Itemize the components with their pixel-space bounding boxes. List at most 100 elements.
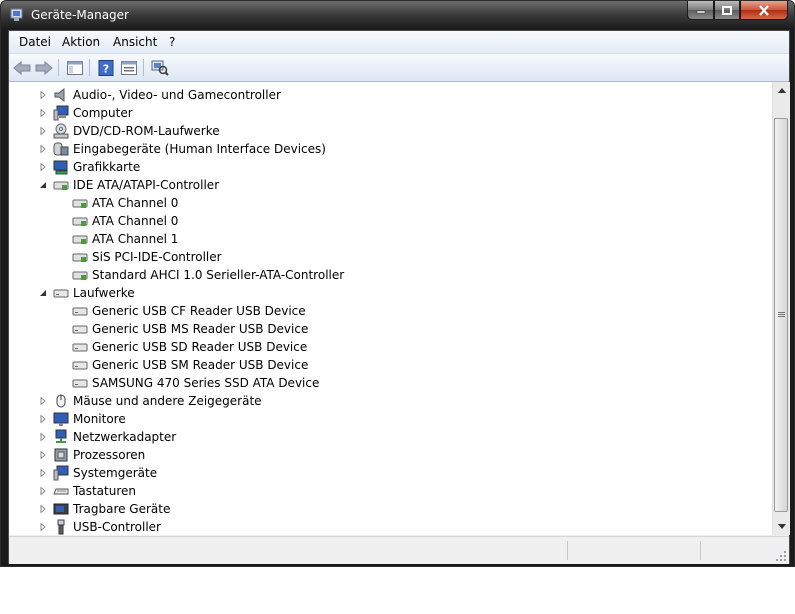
expand-arrow-icon[interactable] [39,163,47,171]
tree-item-mice[interactable]: Mäuse und andere Zeigegeräte [9,392,769,410]
tree-item-monitors[interactable]: Monitore [9,410,769,428]
show-hide-console-tree-icon [67,60,83,75]
tree-item-dvd[interactable]: DVD/CD-ROM-Laufwerke [9,122,769,140]
scan-hardware-button[interactable] [150,58,170,77]
tree-item-label: Laufwerke [73,286,135,300]
expand-arrow-icon[interactable] [39,109,47,117]
expand-arrow-icon[interactable] [39,505,47,513]
expand-arrow-icon[interactable] [39,469,47,477]
collapse-arrow-icon[interactable] [39,289,47,297]
help-icon: ? [98,59,114,76]
close-button[interactable] [740,1,788,20]
portable-devices-icon [53,503,69,515]
tree-item-label: Computer [73,106,133,120]
tree-child-ahci[interactable]: Standard AHCI 1.0 Serieller-ATA-Controll… [9,266,769,284]
thumb-grip [778,316,785,317]
menu-datei[interactable]: Datei [19,35,51,49]
status-separator [700,541,701,560]
toolbar-separator [89,59,90,76]
tree-child-sm-reader[interactable]: Generic USB SM Reader USB Device [9,356,769,374]
tree-child-ata-channel-0[interactable]: ATA Channel 0 [9,212,769,230]
back-button[interactable] [12,58,32,77]
collapse-arrow-icon[interactable] [39,181,47,189]
expand-arrow-icon[interactable] [39,397,47,405]
toolbar-separator [143,59,144,76]
tree-item-audio[interactable]: Audio-, Video- und Gamecontroller [9,86,769,104]
device-manager-app-icon [10,8,23,21]
ide-controller-icon [72,271,88,280]
tree-item-processors[interactable]: Prozessoren [9,446,769,464]
properties-button[interactable] [119,58,139,77]
disk-drive-icon [72,325,88,334]
ide-controller-icon [72,235,88,244]
tree-item-label: ATA Channel 1 [92,232,179,246]
title-bar[interactable]: Geräte-Manager [1,1,794,30]
tree-item-label: Generic USB SM Reader USB Device [92,358,309,372]
tree-item-graphics[interactable]: Grafikkarte [9,158,769,176]
menu-ansicht[interactable]: Ansicht [113,35,157,49]
expand-arrow-icon[interactable] [39,127,47,135]
maximize-button[interactable] [714,1,740,20]
expand-arrow-icon[interactable] [39,433,47,441]
tree-item-network[interactable]: Netzwerkadapter [9,428,769,446]
tree-child-samsung-ssd[interactable]: SAMSUNG 470 Series SSD ATA Device [9,374,769,392]
expand-arrow-icon[interactable] [39,523,47,531]
tree-item-computer[interactable]: Computer [9,104,769,122]
menu-aktion[interactable]: Aktion [62,35,100,49]
processor-icon [54,448,68,462]
tree-item-usb-controller[interactable]: USB-Controller [9,518,769,535]
tree-item-label: Netzwerkadapter [73,430,177,444]
tree-item-keyboards[interactable]: Tastaturen [9,482,769,500]
expand-arrow-icon[interactable] [39,451,47,459]
tree-child-ms-reader[interactable]: Generic USB MS Reader USB Device [9,320,769,338]
minimize-icon [696,10,705,14]
tree-child-sis-ide[interactable]: SiS PCI-IDE-Controller [9,248,769,266]
disk-drive-icon [72,343,88,352]
device-tree[interactable]: Audio-, Video- und Gamecontroller Comput… [9,82,772,535]
speaker-icon [54,87,65,103]
tree-item-label: Tragbare Geräte [73,502,171,516]
tree-item-label: ATA Channel 0 [92,214,179,228]
size-grip-icon[interactable] [775,550,787,562]
tree-item-ide-controller[interactable]: IDE ATA/ATAPI-Controller [9,176,769,194]
tree-item-hid[interactable]: Eingabegeräte (Human Interface Devices) [9,140,769,158]
tree-child-ata-channel-0[interactable]: ATA Channel 0 [9,194,769,212]
show-hide-tree-button[interactable] [65,58,85,77]
tree-item-label: Generic USB CF Reader USB Device [92,304,306,318]
tree-item-label: Mäuse und andere Zeigegeräte [73,394,262,408]
minimize-button[interactable] [687,1,714,20]
expand-arrow-icon[interactable] [39,91,47,99]
keyboard-icon [53,488,69,495]
dvd-drive-icon [53,123,69,139]
help-button[interactable]: ? [96,58,116,77]
vertical-scrollbar[interactable] [772,82,790,535]
tree-child-sd-reader[interactable]: Generic USB SD Reader USB Device [9,338,769,356]
expand-arrow-icon[interactable] [39,415,47,423]
expand-arrow-icon[interactable] [39,487,47,495]
tree-item-label: Audio-, Video- und Gamecontroller [73,88,281,102]
tree-item-portable-devices[interactable]: Tragbare Geräte [9,500,769,518]
scroll-thumb[interactable] [774,118,788,512]
mouse-icon [56,394,66,408]
tree-child-cf-reader[interactable]: Generic USB CF Reader USB Device [9,302,769,320]
scroll-down-button[interactable] [773,518,790,535]
ide-controller-icon [53,181,69,190]
arrow-down-icon [777,524,786,529]
tree-item-drives[interactable]: Laufwerke [9,284,769,302]
menu-help[interactable]: ? [169,35,175,49]
tree-item-label: Eingabegeräte (Human Interface Devices) [73,142,326,156]
scroll-up-button[interactable] [773,82,790,99]
close-icon [759,4,769,16]
disk-drive-icon [72,379,88,388]
toolbar-separator [58,59,59,76]
network-adapter-icon [55,429,67,443]
computer-icon [53,105,69,121]
system-devices-icon [53,465,69,481]
thumb-grip [778,314,785,315]
client-area: Datei Aktion Ansicht ? ? Audio-, Video- … [8,30,790,564]
expand-arrow-icon[interactable] [39,145,47,153]
menu-bar: Datei Aktion Ansicht ? [9,31,789,54]
tree-item-system-devices[interactable]: Systemgeräte [9,464,769,482]
tree-child-ata-channel-1[interactable]: ATA Channel 1 [9,230,769,248]
forward-button[interactable] [34,58,54,77]
